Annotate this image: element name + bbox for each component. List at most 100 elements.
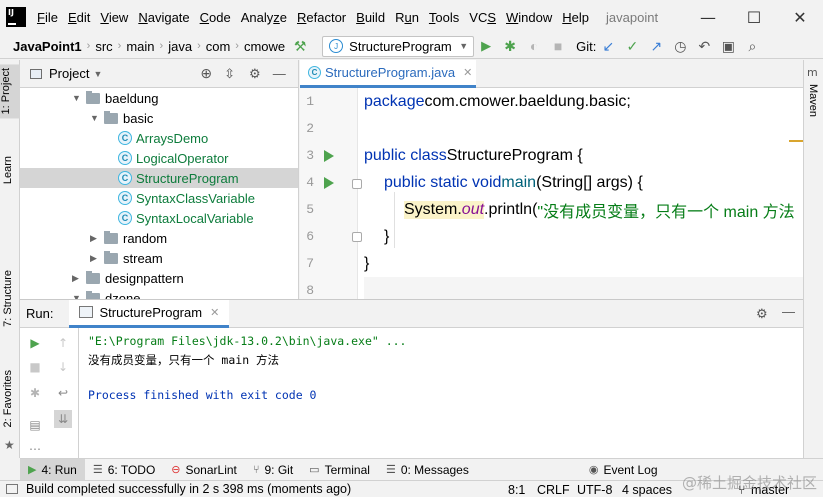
tree-item-stream[interactable]: ▶ stream [20, 248, 298, 268]
package-folder-icon [104, 110, 118, 124]
tool-tab-structure[interactable]: 7: Structure [2, 270, 14, 327]
breadcrumb-cmower[interactable]: cmowe [241, 39, 288, 54]
code-area[interactable]: package com.cmower.baeldung.basic; publi… [300, 88, 803, 299]
bottom-tab-terminal[interactable]: ▭ Terminal [301, 459, 378, 481]
run-configuration-select[interactable]: J StructureProgram ▼ [322, 35, 475, 57]
bottom-tab-0-messages[interactable]: ☰ 0: Messages [378, 459, 477, 481]
hide-panel-icon[interactable]: — [782, 304, 795, 319]
menu-edit[interactable]: Edit [63, 10, 95, 25]
stop-button[interactable]: ■ [26, 358, 44, 376]
tree-item-syntaxclassvariable[interactable]: C SyntaxClassVariable [20, 188, 298, 208]
debug-button[interactable]: ✱ [498, 35, 522, 57]
chevron-down-icon[interactable]: ▼ [93, 69, 102, 79]
minimize-button[interactable]: — [685, 0, 731, 34]
gear-icon[interactable]: ⚙ [756, 306, 768, 322]
run-panel: Run: StructureProgram ✕ ⚙ — ▶ ■ ✱ ▤ ⋯ ↑ … [20, 299, 803, 459]
run-tab-structureprogram[interactable]: StructureProgram ✕ [69, 299, 230, 328]
bottom-tab-9-git[interactable]: ⑂ 9: Git [245, 459, 301, 481]
search-everywhere-icon[interactable]: ⌕ [740, 35, 764, 57]
locate-icon[interactable]: ⊕ [200, 65, 212, 82]
git-update-icon[interactable]: ↙ [596, 35, 620, 57]
maven-icon: m [807, 66, 818, 79]
down-arrow-icon[interactable]: ↓ [54, 358, 72, 376]
menu-run[interactable]: Run [390, 10, 424, 25]
breadcrumb-main[interactable]: main [123, 39, 157, 54]
bottom-tab-sonarlint[interactable]: ⊖ SonarLint [163, 459, 245, 481]
tree-item-designpattern[interactable]: ▶ designpattern [20, 268, 298, 288]
gear-icon[interactable]: ⚙ [249, 66, 261, 82]
tree-item-random[interactable]: ▶ random [20, 228, 298, 248]
tool-tab-maven[interactable]: Maven [807, 84, 819, 117]
menu-build[interactable]: Build [351, 10, 390, 25]
run-button[interactable]: ▶ [474, 35, 498, 57]
tree-item-baeldung[interactable]: ▼ baeldung [20, 88, 298, 108]
tree-item-basic[interactable]: ▼ basic [20, 108, 298, 128]
breadcrumb-src[interactable]: src [92, 39, 115, 54]
menu-navigate[interactable]: Navigate [133, 10, 194, 25]
tool-tab-project[interactable]: 1: Project [0, 64, 20, 119]
tree-item-dzone[interactable]: ▼ dzone [20, 288, 298, 299]
git-history-icon[interactable]: ◷ [668, 35, 692, 57]
menu-code[interactable]: Code [195, 10, 236, 25]
menu-window[interactable]: Window [501, 10, 557, 25]
bottom-tab-4-run[interactable]: ▶ 4: Run [20, 458, 85, 481]
project-structure-icon[interactable]: ▣ [716, 35, 740, 57]
menu-view[interactable]: View [95, 10, 133, 25]
menu-file[interactable]: File [32, 10, 63, 25]
chevron-down-icon: ▼ [459, 41, 469, 51]
soft-wrap-icon[interactable]: ↩ [54, 384, 72, 402]
coverage-button[interactable]: ◐ [522, 35, 546, 57]
chevron-right-icon[interactable]: ▶ [90, 253, 100, 264]
code-line-7: } [364, 255, 370, 272]
layout-icon[interactable]: ▤ [26, 416, 44, 434]
file-encoding[interactable]: UTF-8 [577, 481, 612, 497]
line-separator[interactable]: CRLF [537, 481, 570, 497]
menu-vcs[interactable]: VCS [464, 10, 501, 25]
bottom-tab-label: 9: Git [264, 462, 294, 477]
breadcrumb-java[interactable]: java [165, 39, 195, 54]
bottom-tab-event-log[interactable]: ◉ Event Log [581, 459, 666, 481]
build-hammer-icon[interactable]: ⚒ [288, 35, 312, 57]
git-push-icon[interactable]: ↗ [644, 35, 668, 57]
indent-setting[interactable]: 4 spaces [622, 481, 672, 497]
chevron-right-icon[interactable]: ▶ [90, 233, 100, 244]
stop-button[interactable]: ■ [546, 35, 570, 57]
debug-button[interactable]: ✱ [26, 384, 44, 402]
close-tab-icon[interactable]: ✕ [210, 306, 219, 319]
run-configuration-label: StructureProgram [349, 38, 452, 54]
hide-panel-icon[interactable]: — [273, 66, 286, 81]
collapse-all-icon[interactable]: ⇳ [224, 66, 235, 82]
git-commit-icon[interactable]: ✓ [620, 35, 644, 57]
intellij-logo-icon: IJ [6, 7, 26, 27]
project-panel: Project ▼ ⊕ ⇳ ⚙ — ▼ baeldung ▼ basic C Arrays… [20, 60, 299, 299]
rollback-icon[interactable]: ↶ [692, 35, 716, 57]
menu-help[interactable]: Help [557, 10, 594, 25]
close-tab-icon[interactable]: ✕ [463, 66, 472, 79]
tree-item-logicaloperator[interactable]: C LogicalOperator [20, 148, 298, 168]
chevron-down-icon[interactable]: ▼ [72, 93, 82, 103]
chevron-right-icon[interactable]: ▶ [72, 273, 82, 284]
menu-analyze[interactable]: Analyze [236, 10, 292, 25]
editor-tab-structureprogram[interactable]: C StructureProgram.java ✕ [300, 60, 476, 88]
maximize-button[interactable]: ☐ [731, 0, 777, 34]
tool-tab-favorites[interactable]: 2: Favorites [2, 370, 14, 427]
java-class-icon: J [329, 39, 344, 53]
tool-windows-icon[interactable] [6, 484, 18, 494]
tool-tab-learn[interactable]: Learn [2, 156, 14, 184]
up-arrow-icon[interactable]: ↑ [54, 334, 72, 352]
breadcrumb-project[interactable]: JavaPoint1 [10, 39, 85, 54]
tree-item-syntaxlocalvariable[interactable]: C SyntaxLocalVariable [20, 208, 298, 228]
project-panel-title[interactable]: Project [49, 66, 89, 81]
bottom-tab-6-todo[interactable]: ☰ 6: TODO [85, 459, 163, 481]
tree-item-structureprogram[interactable]: C StructureProgram [20, 168, 298, 188]
chevron-down-icon[interactable]: ▼ [90, 113, 100, 123]
scroll-to-end-icon[interactable]: ⇊ [54, 410, 72, 428]
menu-refactor[interactable]: Refactor [292, 10, 351, 25]
rerun-button[interactable]: ▶ [26, 334, 44, 352]
menu-tools[interactable]: Tools [424, 10, 464, 25]
pin-icon[interactable]: ⋯ [26, 440, 44, 458]
caret-position[interactable]: 8:1 [508, 481, 525, 497]
breadcrumb-com[interactable]: com [203, 39, 234, 54]
tree-item-arraysdemo[interactable]: C ArraysDemo [20, 128, 298, 148]
close-button[interactable]: ✕ [777, 0, 823, 34]
